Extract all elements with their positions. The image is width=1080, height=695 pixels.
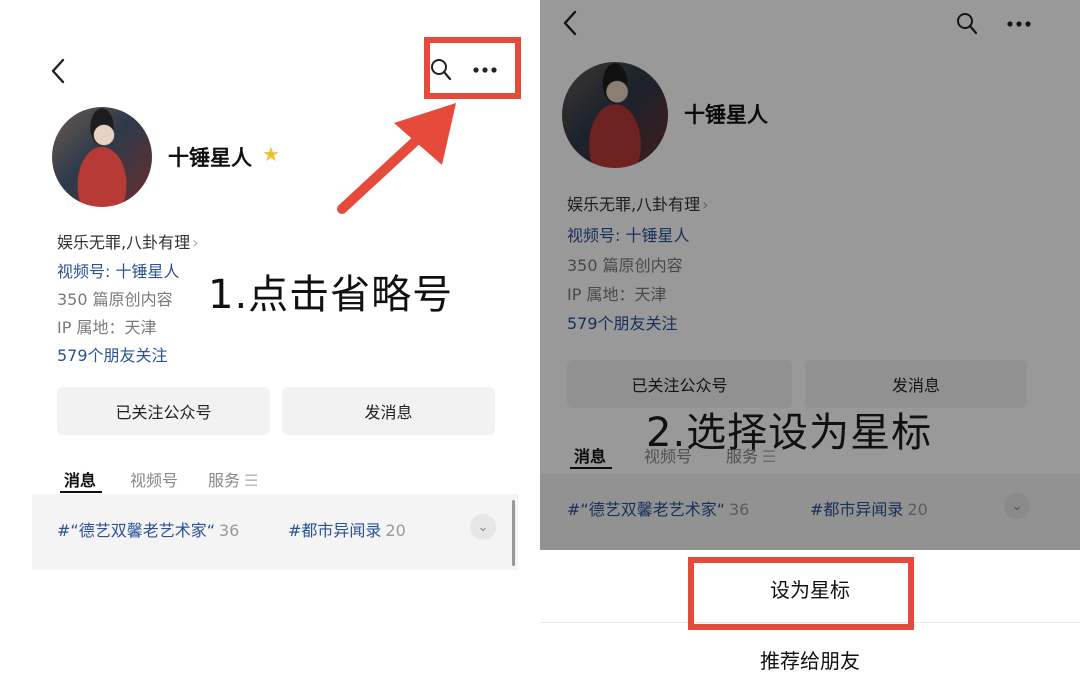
tab-services-label: 服务 xyxy=(208,471,241,490)
set-star-highlight-box xyxy=(688,557,914,630)
profile-bio[interactable]: 娱乐无罪,八卦有理 › xyxy=(57,229,199,253)
more-highlight-box xyxy=(424,37,521,99)
profile-bio-text: 娱乐无罪,八卦有理 xyxy=(57,233,191,252)
tab-services[interactable]: 服务 ☰ xyxy=(208,467,258,491)
tab-messages[interactable]: 消息 xyxy=(64,467,96,491)
recommend-to-friend-option[interactable]: 推荐给朋友 xyxy=(540,645,1080,674)
star-icon: ★ xyxy=(262,142,280,166)
chevron-right-icon: › xyxy=(192,233,199,252)
avatar[interactable] xyxy=(52,107,152,207)
instruction-step-1: 1.点击省略号 xyxy=(208,272,454,318)
profile-name: 十锤星人 xyxy=(168,146,252,170)
tag-item[interactable]: #都市异闻录 20 xyxy=(288,517,406,541)
followed-button[interactable]: 已关注公众号 xyxy=(57,387,270,435)
pointer-arrow-icon xyxy=(337,103,456,214)
instruction-step-2: 2.选择设为星标 xyxy=(646,410,933,456)
tag-count: 20 xyxy=(385,521,406,540)
ip-location: IP 属地：天津 xyxy=(57,318,157,337)
left-screenshot: 十锤星人 ★ 娱乐无罪,八卦有理 › 视频号: 十锤星人 350 篇原创内容 IP… xyxy=(0,0,540,695)
chevron-down-icon[interactable]: ⌄ xyxy=(470,514,496,540)
modal-overlay[interactable] xyxy=(540,0,1080,550)
active-tab-underline xyxy=(60,491,102,493)
message-button[interactable]: 发消息 xyxy=(282,387,495,435)
tag-item[interactable]: #“德艺双馨老艺术家“ 36 xyxy=(57,517,239,541)
tag-label: #都市异闻录 xyxy=(288,521,382,540)
back-icon[interactable] xyxy=(50,58,66,84)
scrollbar[interactable] xyxy=(512,500,515,566)
right-screenshot: 十锤星人 娱乐无罪,八卦有理 › 视频号: 十锤星人 350 篇原创内容 IP 属… xyxy=(540,0,1080,695)
articles-count: 350 篇原创内容 xyxy=(57,290,173,309)
tab-channels[interactable]: 视频号 xyxy=(130,467,178,491)
tag-label: #“德艺双馨老艺术家“ xyxy=(57,521,215,540)
tag-count: 36 xyxy=(219,521,240,540)
friends-following[interactable]: 579个朋友关注 xyxy=(57,342,168,366)
channel-link[interactable]: 视频号: 十锤星人 xyxy=(57,258,179,282)
menu-icon: ☰ xyxy=(244,471,259,490)
